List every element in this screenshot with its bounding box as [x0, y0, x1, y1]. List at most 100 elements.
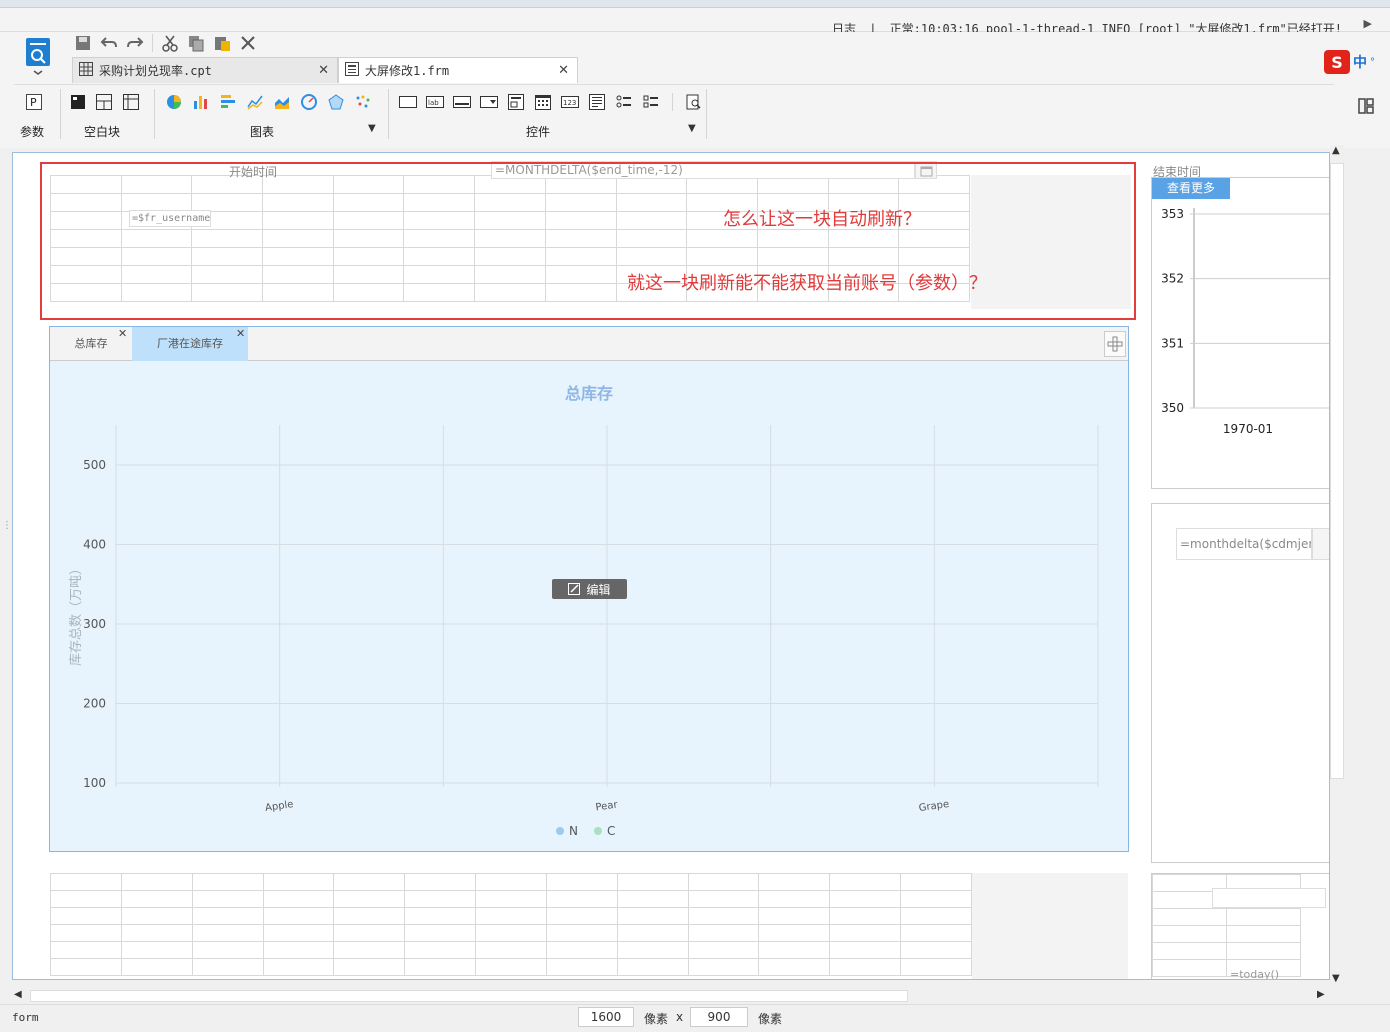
grid-cell[interactable]: [900, 873, 972, 891]
grid-cell[interactable]: [50, 941, 122, 959]
grid-cell[interactable]: [616, 873, 689, 891]
grid-cell[interactable]: [404, 941, 477, 959]
grid-cell[interactable]: [262, 924, 335, 942]
grid-cell[interactable]: [687, 958, 760, 976]
grid-cell[interactable]: [333, 941, 406, 959]
month-delta-field[interactable]: =monthdelta($cdmjend: [1176, 528, 1312, 560]
grid-cell[interactable]: [404, 907, 477, 925]
grid-cell[interactable]: [687, 907, 760, 925]
text-field-icon[interactable]: [398, 93, 418, 111]
grid-cell[interactable]: [475, 941, 547, 959]
grid-cell[interactable]: [50, 890, 122, 908]
grid-cell[interactable]: [1152, 908, 1227, 926]
date-widget-icon[interactable]: [533, 93, 553, 111]
grid-cell[interactable]: [333, 890, 406, 908]
undo-icon[interactable]: [100, 34, 118, 52]
widget-panel-icon[interactable]: [1358, 98, 1374, 117]
tab-cpt-file[interactable]: 采购计划兑现率.cpt ✕: [72, 57, 338, 83]
grid-cell[interactable]: [333, 873, 406, 891]
parameter-icon[interactable]: P: [24, 93, 44, 111]
grid-cell[interactable]: [545, 873, 618, 891]
gauge-chart-icon[interactable]: [299, 93, 319, 111]
grid-cell[interactable]: [120, 924, 193, 942]
grid-cell[interactable]: [829, 907, 902, 925]
chart-expand-chevron-icon[interactable]: ▼: [368, 123, 376, 134]
grid-cell[interactable]: [333, 924, 406, 942]
grid-cell[interactable]: [191, 890, 264, 908]
grid-cell[interactable]: [404, 924, 477, 942]
grid-cell[interactable]: [900, 907, 972, 925]
radio-group-icon[interactable]: [614, 93, 634, 111]
grid-cell[interactable]: [687, 924, 760, 942]
horizontal-scrollbar[interactable]: ◀ ▶: [12, 988, 1330, 1004]
form-canvas[interactable]: 开始时间 =MONTHDELTA($end_time,-12) =$fr_use…: [12, 152, 1330, 980]
ime-indicator[interactable]: S 中 °: [1324, 50, 1375, 74]
grid-cell[interactable]: [545, 958, 618, 976]
absolute-layout-icon[interactable]: [68, 93, 88, 111]
search-widget-icon[interactable]: [684, 93, 704, 111]
vertical-scroll-thumb[interactable]: [1330, 163, 1344, 779]
grid-cell[interactable]: [545, 941, 618, 959]
grid-cell[interactable]: [50, 958, 122, 976]
grid-cell[interactable]: [475, 958, 547, 976]
paste-icon[interactable]: [213, 34, 231, 52]
right-input-field[interactable]: [1212, 888, 1326, 908]
grid-cell[interactable]: [829, 890, 902, 908]
grid-cell[interactable]: [475, 924, 547, 942]
grid-cell[interactable]: [191, 873, 264, 891]
column-chart-icon[interactable]: [191, 93, 211, 111]
grid-cell[interactable]: [191, 907, 264, 925]
grid-layout-icon[interactable]: [121, 93, 141, 111]
add-tab-icon[interactable]: [1104, 331, 1126, 357]
grid-cell[interactable]: [900, 890, 972, 908]
grid-cell[interactable]: [829, 958, 902, 976]
textarea-widget-icon[interactable]: [587, 93, 607, 111]
grid-cell[interactable]: [191, 924, 264, 942]
close-icon[interactable]: ✕: [118, 327, 127, 340]
grid-cell[interactable]: [262, 958, 335, 976]
grid-cell[interactable]: [1226, 908, 1301, 926]
grid-cell[interactable]: [687, 941, 760, 959]
grid-cell[interactable]: [758, 924, 831, 942]
canvas-width-input[interactable]: 1600: [578, 1007, 634, 1027]
grid-cell[interactable]: [475, 873, 547, 891]
grid-cell[interactable]: [50, 907, 122, 925]
grid-cell[interactable]: [758, 958, 831, 976]
tab-frm-file[interactable]: 大屏修改1.frm ✕: [338, 57, 578, 83]
grid-cell[interactable]: [616, 890, 689, 908]
grid-cell[interactable]: [262, 873, 335, 891]
grid-cell[interactable]: [900, 941, 972, 959]
grid-cell[interactable]: [1226, 942, 1301, 960]
left-splitter-handle[interactable]: ⋮: [2, 520, 12, 544]
grid-cell[interactable]: [50, 873, 122, 891]
grid-cell[interactable]: [120, 907, 193, 925]
grid-cell[interactable]: [1152, 925, 1227, 943]
grid-cell[interactable]: [50, 924, 122, 942]
preview-icon[interactable]: [24, 36, 52, 76]
close-icon[interactable]: ✕: [236, 327, 245, 340]
radar-chart-icon[interactable]: [326, 93, 346, 111]
horizontal-scroll-thumb[interactable]: [30, 990, 908, 1002]
scroll-left-arrow-icon[interactable]: ◀: [14, 989, 22, 1000]
canvas-height-input[interactable]: 900: [690, 1007, 748, 1027]
grid-cell[interactable]: [120, 873, 193, 891]
delete-icon[interactable]: [239, 34, 257, 52]
edit-button[interactable]: 编辑: [552, 579, 627, 599]
grid-cell[interactable]: [191, 941, 264, 959]
grid-cell[interactable]: [333, 907, 406, 925]
grid-cell[interactable]: [616, 924, 689, 942]
vertical-scrollbar[interactable]: ▲ ▼: [1330, 145, 1344, 988]
today-formula-field[interactable]: =today(): [1230, 968, 1279, 979]
scatter-chart-icon[interactable]: [353, 93, 373, 111]
grid-cell[interactable]: [191, 958, 264, 976]
grid-cell[interactable]: [262, 890, 335, 908]
grid-cell[interactable]: [404, 958, 477, 976]
grid-cell[interactable]: [545, 907, 618, 925]
grid-cell[interactable]: [829, 924, 902, 942]
grid-cell[interactable]: [616, 958, 689, 976]
grid-cell[interactable]: [1152, 942, 1227, 960]
number-widget-icon[interactable]: 123: [560, 93, 580, 111]
grid-cell[interactable]: [475, 907, 547, 925]
collapse-arrow-icon[interactable]: ▶: [1364, 17, 1372, 30]
button-widget-icon[interactable]: [452, 93, 472, 111]
